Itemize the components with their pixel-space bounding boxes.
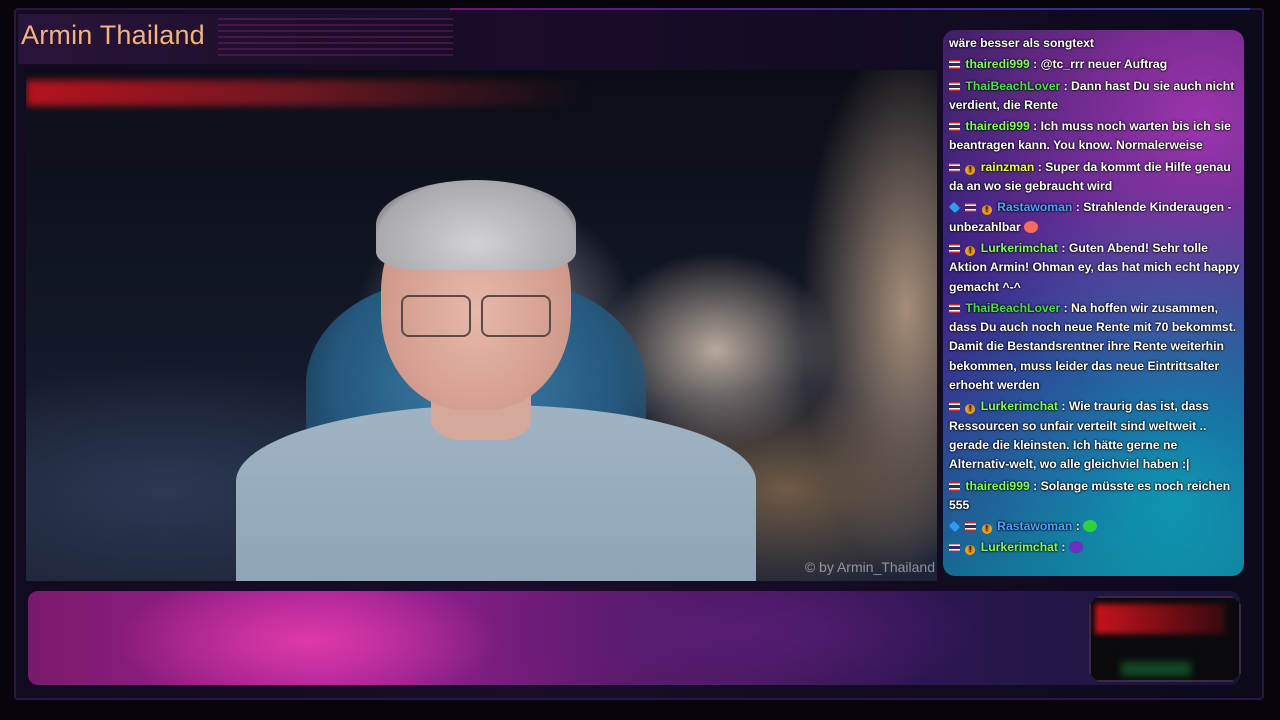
- chat-username[interactable]: ThaiBeachLover: [965, 79, 1060, 93]
- chat-message: ! Lurkerimchat : Guten Abend! Sehr tolle…: [949, 239, 1240, 297]
- chat-message-list: wäre besser als songtext thairedi999 : @…: [948, 34, 1240, 560]
- flag-icon: [949, 543, 960, 553]
- coin-icon: !: [981, 205, 992, 216]
- chat-username[interactable]: thairedi999: [965, 479, 1029, 493]
- chat-username[interactable]: rainzman: [981, 160, 1035, 174]
- watermark: © by Armin_Thailand: [804, 559, 935, 575]
- glasses-left-lens: [401, 295, 471, 337]
- green-emote: [1083, 520, 1098, 533]
- chat-message-text: :: [1061, 540, 1066, 555]
- chat-message-text: : Strahlende Kinderaugen - unbezahlbar: [949, 200, 1232, 234]
- title-decoration: [218, 18, 453, 58]
- chat-message: ! rainzman : Super da kommt die Hilfe ge…: [949, 158, 1240, 197]
- chat-message-text: wäre besser als songtext: [949, 36, 1094, 50]
- chat-message: ! Rastawoman :: [948, 517, 1240, 536]
- coin-icon: !: [965, 245, 976, 256]
- chat-username[interactable]: ThaiBeachLover: [965, 301, 1060, 315]
- chat-message: ! Rastawoman : Strahlende Kinderaugen - …: [948, 198, 1240, 237]
- bottom-banner: [28, 591, 1240, 685]
- chat-message: thairedi999 : Solange müsste es noch rei…: [949, 477, 1240, 516]
- cube-icon: [948, 202, 961, 214]
- chat-username[interactable]: thairedi999: [965, 119, 1029, 133]
- chat-username[interactable]: thairedi999: [965, 57, 1029, 71]
- chat-message: thairedi999 : @tc_rrr neuer Auftrag: [949, 55, 1240, 74]
- webcam-feed: © by Armin_Thailand: [26, 70, 937, 581]
- chat-username[interactable]: Lurkerimchat: [981, 241, 1058, 255]
- coin-icon: !: [965, 404, 976, 415]
- flag-icon: [949, 60, 960, 70]
- chat-username[interactable]: Lurkerimchat: [981, 540, 1058, 554]
- chat-message: ThaiBeachLover : Dann hast Du sie auch n…: [949, 77, 1240, 116]
- person-hair: [376, 180, 576, 270]
- flag-icon: [965, 522, 977, 532]
- chat-message: ! Lurkerimchat :: [949, 538, 1240, 557]
- flag-icon: [949, 162, 960, 172]
- heart-eyes-emote: [1024, 220, 1039, 233]
- glasses-right-lens: [481, 295, 551, 337]
- glasses: [401, 295, 551, 337]
- top-accent-line: [450, 8, 1250, 10]
- chat-username[interactable]: Lurkerimchat: [981, 399, 1058, 413]
- chat-panel: wäre besser als songtext thairedi999 : @…: [943, 30, 1244, 576]
- cube-icon: [948, 520, 961, 533]
- chat-message: wäre besser als songtext: [949, 34, 1240, 53]
- flag-icon: [949, 402, 960, 412]
- flag-icon: [965, 203, 977, 213]
- chat-message: ! Lurkerimchat : Wie traurig das ist, da…: [949, 397, 1240, 474]
- coin-icon: !: [965, 545, 976, 556]
- coin-icon: !: [965, 164, 976, 175]
- purple-emote: [1068, 541, 1083, 554]
- chat-message-text: :: [1075, 519, 1080, 534]
- chat-message: ThaiBeachLover : Na hoffen wir zusammen,…: [949, 299, 1240, 395]
- coin-icon: !: [981, 524, 992, 535]
- flag-icon: [949, 81, 960, 91]
- flag-icon: [949, 122, 960, 132]
- channel-title: Armin Thailand: [21, 20, 205, 50]
- flag-icon: [949, 243, 960, 253]
- background-red-light: [26, 80, 586, 106]
- secondary-camera-widget: [1089, 596, 1241, 682]
- chat-username[interactable]: Rastawoman: [997, 200, 1072, 214]
- chat-message-text: : @tc_rrr neuer Auftrag: [1033, 57, 1168, 72]
- flag-icon: [949, 481, 960, 491]
- chat-username[interactable]: Rastawoman: [997, 519, 1072, 533]
- chat-message: thairedi999 : Ich muss noch warten bis i…: [949, 117, 1240, 156]
- flag-icon: [949, 303, 960, 313]
